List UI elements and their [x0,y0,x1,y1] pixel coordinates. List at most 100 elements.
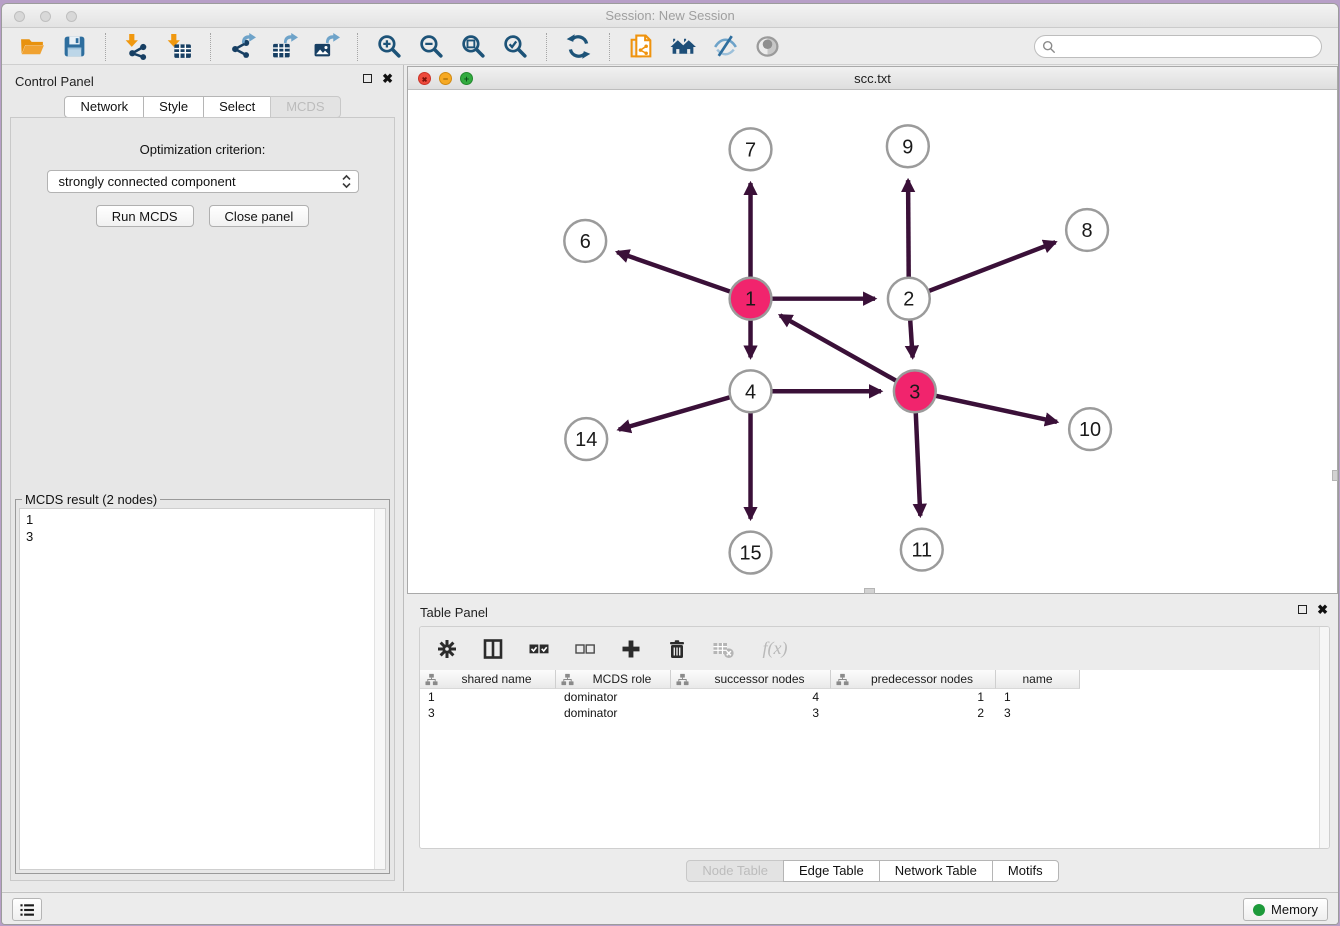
function-builder-icon[interactable]: f(x) [756,636,794,662]
zoom-fit-icon[interactable] [455,32,491,62]
app-window: Session: New Session Control Panel [1,3,1339,925]
memory-button[interactable]: Memory [1243,898,1328,921]
graph-edge-2-8[interactable] [909,242,1056,299]
close-table-panel-icon[interactable] [1317,605,1328,614]
eye-icon[interactable] [749,32,785,62]
delete-table-icon[interactable] [710,636,736,662]
tab-style[interactable]: Style [143,96,204,118]
hierarchy-icon [425,673,438,686]
table-row[interactable]: 3dominator323 [420,705,1329,721]
zoom-out-icon[interactable] [413,32,449,62]
tab-motifs[interactable]: Motifs [992,860,1059,882]
svg-text:6: 6 [580,231,591,253]
svg-text:7: 7 [745,139,756,161]
graph-node-7[interactable]: 7 [730,128,772,170]
graph-node-15[interactable]: 15 [730,532,772,574]
run-mcds-button[interactable]: Run MCDS [96,205,194,227]
zoom-selected-icon[interactable] [497,32,533,62]
app-title: Session: New Session [2,4,1338,27]
graph-node-6[interactable]: 6 [564,220,606,262]
table-tabs: Node TableEdge TableNetwork TableMotifs [407,860,1338,882]
memory-status-dot [1253,904,1265,916]
graph-node-9[interactable]: 9 [887,125,929,167]
scrollbar-handle[interactable] [864,588,875,594]
graph-node-4[interactable]: 4 [730,370,772,412]
network-titlebar: scc.txt [408,67,1337,90]
tab-select[interactable]: Select [203,96,271,118]
import-table-icon[interactable] [161,32,197,62]
copy-network-icon[interactable] [623,32,659,62]
table-cell: 3 [420,705,556,721]
svg-text:11: 11 [911,540,932,562]
select-all-icon[interactable] [526,636,552,662]
network-graph[interactable]: 7 9 6 8 1 2 4 3 14 10 15 11 [408,90,1337,593]
import-network-icon[interactable] [119,32,155,62]
graph-node-1[interactable]: 1 [730,278,772,320]
hide-eye-icon[interactable] [707,32,743,62]
graph-node-11[interactable]: 11 [901,529,943,571]
table-cell: 1 [831,689,996,705]
table-row[interactable]: 1dominator411 [420,689,1329,705]
search-input[interactable] [1056,37,1314,56]
homes-icon[interactable] [665,32,701,62]
table-body: 1dominator4113dominator323 [420,689,1329,721]
refresh-icon[interactable] [560,32,596,62]
show-columns-icon[interactable] [480,636,506,662]
graph-node-14[interactable]: 14 [565,418,607,460]
table-scrollbar[interactable] [1319,627,1329,848]
tab-edge-table[interactable]: Edge Table [783,860,880,882]
network-canvas[interactable]: 7 9 6 8 1 2 4 3 14 10 15 11 [408,90,1337,593]
toolbar-separator [210,33,211,61]
export-image-icon[interactable] [308,32,344,62]
task-history-button[interactable] [12,898,42,921]
column-header-shared-name[interactable]: shared name [420,670,556,689]
table-cell: 1 [420,689,556,705]
tab-network-table[interactable]: Network Table [879,860,993,882]
table-cell: 3 [671,705,831,721]
scrollbar-handle[interactable] [1332,470,1338,481]
column-header-MCDS-role[interactable]: MCDS role [556,670,671,689]
add-column-icon[interactable] [618,636,644,662]
column-header-predecessor-nodes[interactable]: predecessor nodes [831,670,996,689]
table-header-row: shared nameMCDS rolesuccessor nodesprede… [420,670,1329,689]
optimization-select[interactable]: strongly connected component [47,170,359,193]
hierarchy-icon [836,673,849,686]
hierarchy-icon [676,673,689,686]
tab-mcds[interactable]: MCDS [270,96,340,118]
delete-column-trash-icon[interactable] [664,636,690,662]
result-scrollbar[interactable] [374,509,385,869]
float-table-panel-icon[interactable] [1298,605,1307,614]
export-network-icon[interactable] [224,32,260,62]
mcds-result-title: MCDS result (2 nodes) [22,492,160,507]
graph-node-2[interactable]: 2 [888,278,930,320]
svg-text:3: 3 [909,381,920,403]
table-panel: Table Panel f(x) shared nameMCDS rolesuc… [407,596,1338,891]
zoom-in-icon[interactable] [371,32,407,62]
tab-network[interactable]: Network [64,96,144,118]
list-icon [18,901,36,919]
column-header-successor-nodes[interactable]: successor nodes [671,670,831,689]
toolbar-separator [546,33,547,61]
graph-node-3[interactable]: 3 [894,370,936,412]
graph-edge-3-1[interactable] [780,315,915,391]
svg-text:10: 10 [1079,419,1101,441]
open-folder-icon[interactable] [14,32,50,62]
close-panel-icon[interactable] [382,74,393,83]
table-settings-gear-icon[interactable] [434,636,460,662]
column-header-name[interactable]: name [996,670,1080,689]
graph-node-10[interactable]: 10 [1069,408,1111,450]
control-panel: Control Panel NetworkStyleSelectMCDS Opt… [2,65,404,891]
float-panel-icon[interactable] [363,74,372,83]
table-cell: 3 [996,705,1080,721]
svg-text:2: 2 [903,289,914,311]
deselect-all-icon[interactable] [572,636,598,662]
tab-node-table[interactable]: Node Table [686,860,784,882]
graph-node-8[interactable]: 8 [1066,209,1108,251]
svg-text:15: 15 [739,543,761,565]
save-icon[interactable] [56,32,92,62]
table-panel-header: Table Panel [407,596,1338,626]
close-panel-button[interactable]: Close panel [209,205,310,227]
export-table-icon[interactable] [266,32,302,62]
app-titlebar: Session: New Session [2,4,1338,28]
svg-text:1: 1 [745,289,756,311]
